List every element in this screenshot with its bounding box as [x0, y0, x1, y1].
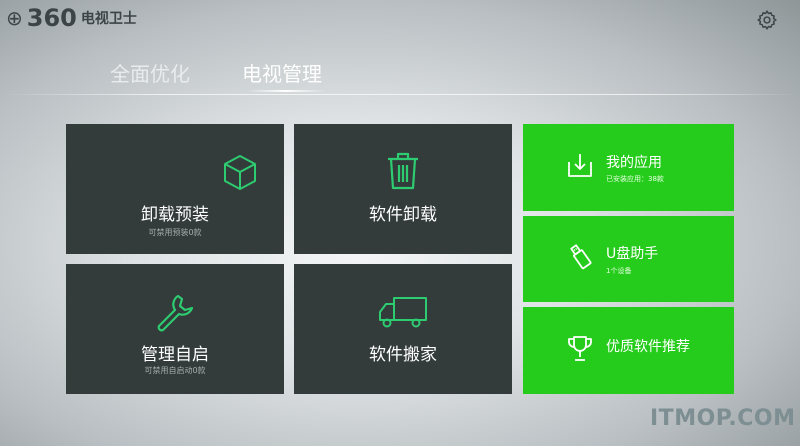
tile-my-apps[interactable]: 我的应用 已安装应用：38款: [523, 124, 734, 211]
tile-recommended-software[interactable]: 优质软件推荐: [523, 307, 734, 394]
tile-title: 卸载预装: [141, 205, 209, 225]
tile-subtitle: 1个设备: [606, 267, 632, 275]
gear-icon[interactable]: [756, 9, 778, 31]
tab-divider: [0, 94, 800, 95]
tile-usb-helper[interactable]: U盘助手 1个设备: [523, 216, 734, 302]
tile-title: 优质软件推荐: [606, 339, 690, 355]
watermark: ITMOP.COM: [650, 406, 796, 431]
tile-subtitle: 已安装应用：38款: [606, 175, 664, 183]
tile-title: 软件卸载: [369, 205, 437, 225]
logo-number: 360: [26, 4, 77, 32]
wrench-icon: [157, 294, 194, 332]
tile-title: 管理自启: [141, 345, 209, 365]
tile-manage-autostart[interactable]: 管理自启 可禁用自启动0款: [66, 264, 284, 394]
truck-icon: [379, 297, 427, 328]
top-bar: ⊕ 360 电视卫士: [0, 0, 800, 40]
trophy-icon: [568, 336, 592, 361]
tile-software-uninstall[interactable]: 软件卸载: [294, 124, 512, 254]
logo-plus-icon: ⊕: [6, 6, 23, 30]
trash-icon: [388, 152, 418, 190]
tile-title: 软件搬家: [369, 345, 437, 365]
tab-bar: 全面优化 电视管理: [0, 58, 800, 98]
tile-software-move[interactable]: 软件搬家: [294, 264, 512, 394]
download-icon: [568, 154, 592, 177]
logo-name: 电视卫士: [80, 11, 137, 27]
tile-title: U盘助手: [606, 246, 659, 262]
tile-subtitle: 可禁用预装0款: [148, 228, 202, 237]
usb-icon: [570, 244, 592, 270]
box-icon: [224, 155, 256, 190]
tile-title: 我的应用: [606, 155, 662, 171]
tile-subtitle: 可禁用自启动0款: [144, 366, 206, 375]
tab-tv-manage[interactable]: 电视管理: [242, 58, 322, 87]
active-tab-indicator: [246, 90, 326, 92]
tab-full-optimize[interactable]: 全面优化: [110, 58, 190, 87]
app-logo: ⊕ 360 电视卫士: [6, 4, 137, 32]
tile-uninstall-preinstalled[interactable]: 卸载预装 可禁用预装0款: [66, 124, 284, 254]
